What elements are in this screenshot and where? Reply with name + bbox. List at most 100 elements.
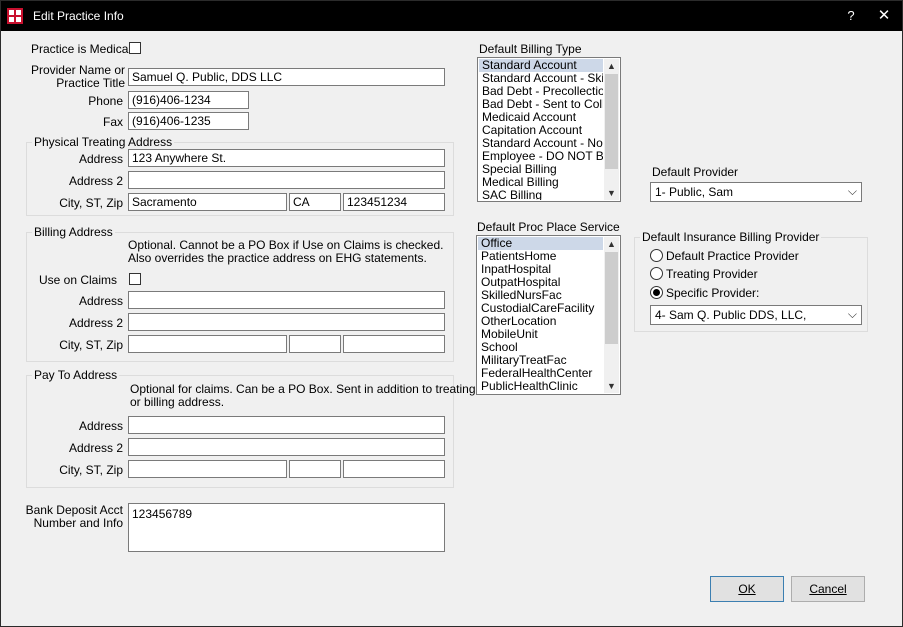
payto-zip-input[interactable] <box>343 460 445 478</box>
billing-type-item[interactable]: Special Billing <box>479 163 603 176</box>
ok-button-label: OK <box>738 582 756 596</box>
radio-specific-provider[interactable] <box>650 286 663 299</box>
billing-type-listbox[interactable]: Standard Account Standard Account - Skip… <box>477 57 621 202</box>
bank-deposit-textarea[interactable]: 123456789 <box>128 503 445 552</box>
proc-place-item[interactable]: School <box>478 341 603 354</box>
scroll-down-icon[interactable]: ▼ <box>604 379 619 393</box>
scroll-down-icon[interactable]: ▼ <box>604 186 619 200</box>
billing-type-item[interactable]: Capitation Account <box>479 124 603 137</box>
physical-address-input[interactable]: 123 Anywhere St. <box>128 149 445 167</box>
billing-type-item[interactable]: Employee - DO NOT BIL <box>479 150 603 163</box>
scroll-thumb[interactable] <box>605 252 618 344</box>
help-button[interactable]: ? <box>834 1 868 31</box>
billing-type-item[interactable]: Standard Account - Skip <box>479 72 603 85</box>
provider-name-label-1: Provider Name or <box>30 63 125 77</box>
proc-place-item[interactable]: MilitaryTreatFac <box>478 354 603 367</box>
cancel-button-label: Cancel <box>809 582 847 596</box>
billing-type-item[interactable]: Standard Account <box>479 59 603 72</box>
proc-place-item[interactable]: SkilledNursFac <box>478 289 603 302</box>
payto-city-input[interactable] <box>128 460 287 478</box>
default-provider-value: 1- Public, Sam <box>655 185 734 199</box>
scroll-up-icon[interactable]: ▲ <box>604 237 619 251</box>
default-provider-select[interactable]: 1- Public, Sam ⌵ <box>650 182 862 202</box>
practice-is-medical-checkbox[interactable] <box>129 42 141 54</box>
bank-deposit-label-1: Bank Deposit Acct <box>25 503 123 517</box>
payto-state-input[interactable] <box>289 460 341 478</box>
physical-city-input[interactable]: Sacramento <box>128 193 287 211</box>
billing-note-2: Also overrides the practice address on E… <box>128 251 427 265</box>
physical-zip-input[interactable]: 123451234 <box>343 193 445 211</box>
proc-place-item[interactable]: OutpatHospital <box>478 276 603 289</box>
bank-deposit-label-2: Number and Info <box>33 516 123 530</box>
window-title: Edit Practice Info <box>33 9 124 23</box>
payto-address-group-title: Pay To Address <box>32 368 120 382</box>
billing-city-label: City, ST, Zip <box>59 338 123 352</box>
physical-address-group-title: Physical Treating Address <box>32 135 175 149</box>
phone-input[interactable]: (916)406-1234 <box>128 91 249 109</box>
billing-address2-label: Address 2 <box>68 316 123 330</box>
fax-label: Fax <box>102 115 123 129</box>
proc-place-item[interactable]: Office <box>478 237 603 250</box>
proc-place-listbox[interactable]: Office PatientsHome InpatHospital Outpat… <box>476 235 621 395</box>
billing-city-input[interactable] <box>128 335 287 353</box>
cancel-button[interactable]: Cancel <box>791 576 865 602</box>
specific-provider-value: 4- Sam Q. Public DDS, LLC, <box>655 308 807 322</box>
fax-input[interactable]: (916)406-1235 <box>128 112 249 130</box>
proc-place-item[interactable]: OtherLocation <box>478 315 603 328</box>
payto-note-2: or billing address. <box>130 395 225 409</box>
edit-practice-info-window: Edit Practice Info ? ✕ Practice is Medic… <box>0 0 903 627</box>
billing-type-item[interactable]: Bad Debt - Precollections <box>479 85 603 98</box>
proc-place-item[interactable]: MobileUnit <box>478 328 603 341</box>
provider-name-input[interactable]: Samuel Q. Public, DDS LLC <box>128 68 445 86</box>
physical-state-input[interactable]: CA <box>289 193 341 211</box>
physical-address2-input[interactable] <box>128 171 445 189</box>
billing-type-label: Default Billing Type <box>479 42 582 56</box>
proc-place-item[interactable]: CustodialCareFacility <box>478 302 603 315</box>
proc-place-item[interactable]: FederalHealthCenter <box>478 367 603 380</box>
proc-place-item[interactable]: InpatHospital <box>478 263 603 276</box>
billing-zip-input[interactable] <box>343 335 445 353</box>
close-button[interactable]: ✕ <box>867 1 901 31</box>
radio-default-practice-provider[interactable] <box>650 249 663 262</box>
radio-default-practice-provider-label: Default Practice Provider <box>666 249 799 263</box>
billing-type-item[interactable]: Standard Account - No F <box>479 137 603 150</box>
use-on-claims-checkbox[interactable] <box>129 273 141 285</box>
payto-city-label: City, ST, Zip <box>59 463 123 477</box>
billing-type-scrollbar[interactable]: ▲ ▼ <box>604 59 619 200</box>
scroll-up-icon[interactable]: ▲ <box>604 59 619 73</box>
proc-place-item[interactable]: PublicHealthClinic <box>478 380 603 393</box>
title-bar: Edit Practice Info ? ✕ <box>1 1 902 31</box>
payto-address2-input[interactable] <box>128 438 445 456</box>
specific-provider-select[interactable]: 4- Sam Q. Public DDS, LLC, ⌵ <box>650 305 862 325</box>
radio-treating-provider-label: Treating Provider <box>666 267 758 281</box>
default-provider-label: Default Provider <box>652 165 739 179</box>
provider-name-label-2: Practice Title <box>56 76 125 90</box>
ok-button[interactable]: OK <box>710 576 784 602</box>
proc-place-label: Default Proc Place Service <box>477 220 620 234</box>
proc-place-item[interactable]: PatientsHome <box>478 250 603 263</box>
phone-label: Phone <box>88 94 123 108</box>
scroll-thumb[interactable] <box>605 74 618 169</box>
proc-place-scrollbar[interactable]: ▲ ▼ <box>604 237 619 393</box>
billing-address-group-title: Billing Address <box>32 225 115 239</box>
billing-type-item[interactable]: Medicaid Account <box>479 111 603 124</box>
billing-type-item[interactable]: SAC Billing <box>479 189 603 200</box>
billing-type-item[interactable]: Bad Debt - Sent to Colle <box>479 98 603 111</box>
billing-address-input[interactable] <box>128 291 445 309</box>
practice-is-medical-label: Practice is Medical <box>31 42 132 56</box>
payto-address-input[interactable] <box>128 416 445 434</box>
billing-state-input[interactable] <box>289 335 341 353</box>
chevron-down-icon: ⌵ <box>847 307 857 321</box>
physical-address2-label: Address 2 <box>68 174 123 188</box>
billing-address2-input[interactable] <box>128 313 445 331</box>
ins-billing-group-title: Default Insurance Billing Provider <box>640 230 822 244</box>
payto-address2-label: Address 2 <box>68 441 123 455</box>
billing-type-item[interactable]: Medical Billing <box>479 176 603 189</box>
physical-address-label: Address <box>78 152 123 166</box>
billing-address-label: Address <box>78 294 123 308</box>
chevron-down-icon: ⌵ <box>847 184 857 198</box>
physical-city-label: City, ST, Zip <box>59 196 123 210</box>
radio-treating-provider[interactable] <box>650 267 663 280</box>
payto-address-label: Address <box>78 419 123 433</box>
use-on-claims-label: Use on Claims <box>38 273 117 287</box>
